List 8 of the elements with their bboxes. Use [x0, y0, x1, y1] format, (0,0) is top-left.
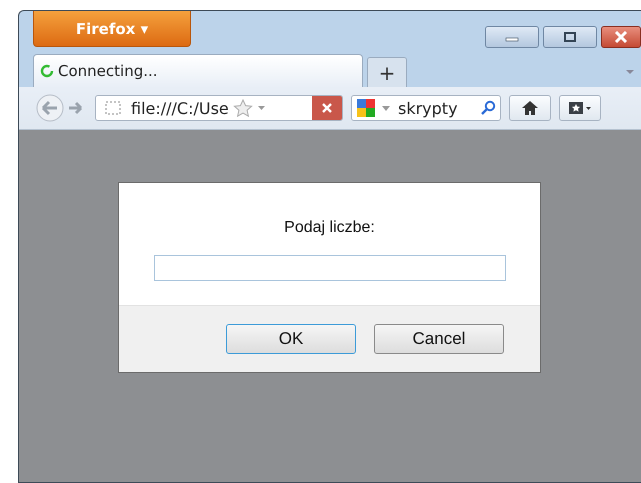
browser-tab[interactable]: Connecting... — [33, 54, 363, 87]
ok-button[interactable]: OK — [226, 324, 356, 354]
new-tab-button[interactable]: + — [367, 57, 407, 87]
search-field[interactable]: skrypty — [351, 95, 501, 121]
cancel-button[interactable]: Cancel — [374, 324, 504, 354]
prompt-message: Podaj liczbe: — [284, 219, 375, 237]
address-field[interactable]: file:///C:/Use — [95, 95, 343, 121]
tab-title: Connecting... — [58, 62, 158, 80]
